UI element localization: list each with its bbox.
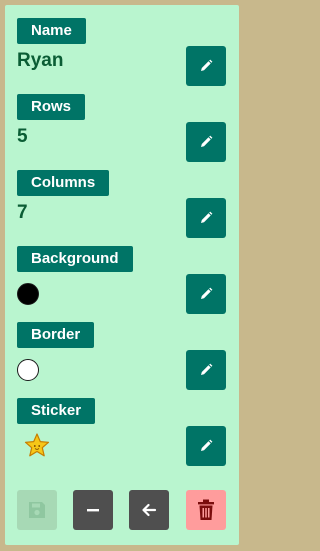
- edit-sticker-button[interactable]: [186, 426, 226, 466]
- edit-border-button[interactable]: [186, 350, 226, 390]
- edit-background-button[interactable]: [186, 274, 226, 314]
- pencil-icon: [201, 287, 213, 299]
- pencil-icon: [201, 211, 213, 223]
- sticker-label: Sticker: [17, 398, 96, 424]
- background-color-swatch: [17, 283, 39, 305]
- columns-value: 7: [17, 202, 28, 223]
- save-icon: [29, 502, 45, 518]
- edit-name-button[interactable]: [186, 46, 226, 86]
- name-value: Ryan: [17, 50, 64, 71]
- background-label: Background: [17, 246, 133, 272]
- rows-label: Rows: [17, 94, 86, 120]
- name-label: Name: [17, 18, 86, 44]
- pencil-icon: [201, 135, 213, 147]
- edit-columns-button[interactable]: [186, 198, 226, 238]
- decrease-button[interactable]: [73, 490, 113, 530]
- back-button[interactable]: [129, 490, 169, 530]
- pencil-icon: [201, 439, 213, 451]
- trash-icon: [198, 499, 214, 520]
- pencil-icon: [201, 59, 213, 71]
- minus-icon: [87, 509, 99, 512]
- star-icon: [24, 433, 50, 457]
- border-label: Border: [17, 322, 95, 348]
- arrow-left-icon: [142, 503, 157, 517]
- columns-label: Columns: [17, 170, 110, 196]
- save-button[interactable]: [17, 490, 57, 530]
- rows-value: 5: [17, 126, 28, 147]
- settings-panel: Name Ryan Rows 5 Columns 7 Background Bo…: [5, 5, 239, 545]
- pencil-icon: [201, 363, 213, 375]
- delete-button[interactable]: [186, 490, 226, 530]
- edit-rows-button[interactable]: [186, 122, 226, 162]
- border-color-swatch: [17, 359, 39, 381]
